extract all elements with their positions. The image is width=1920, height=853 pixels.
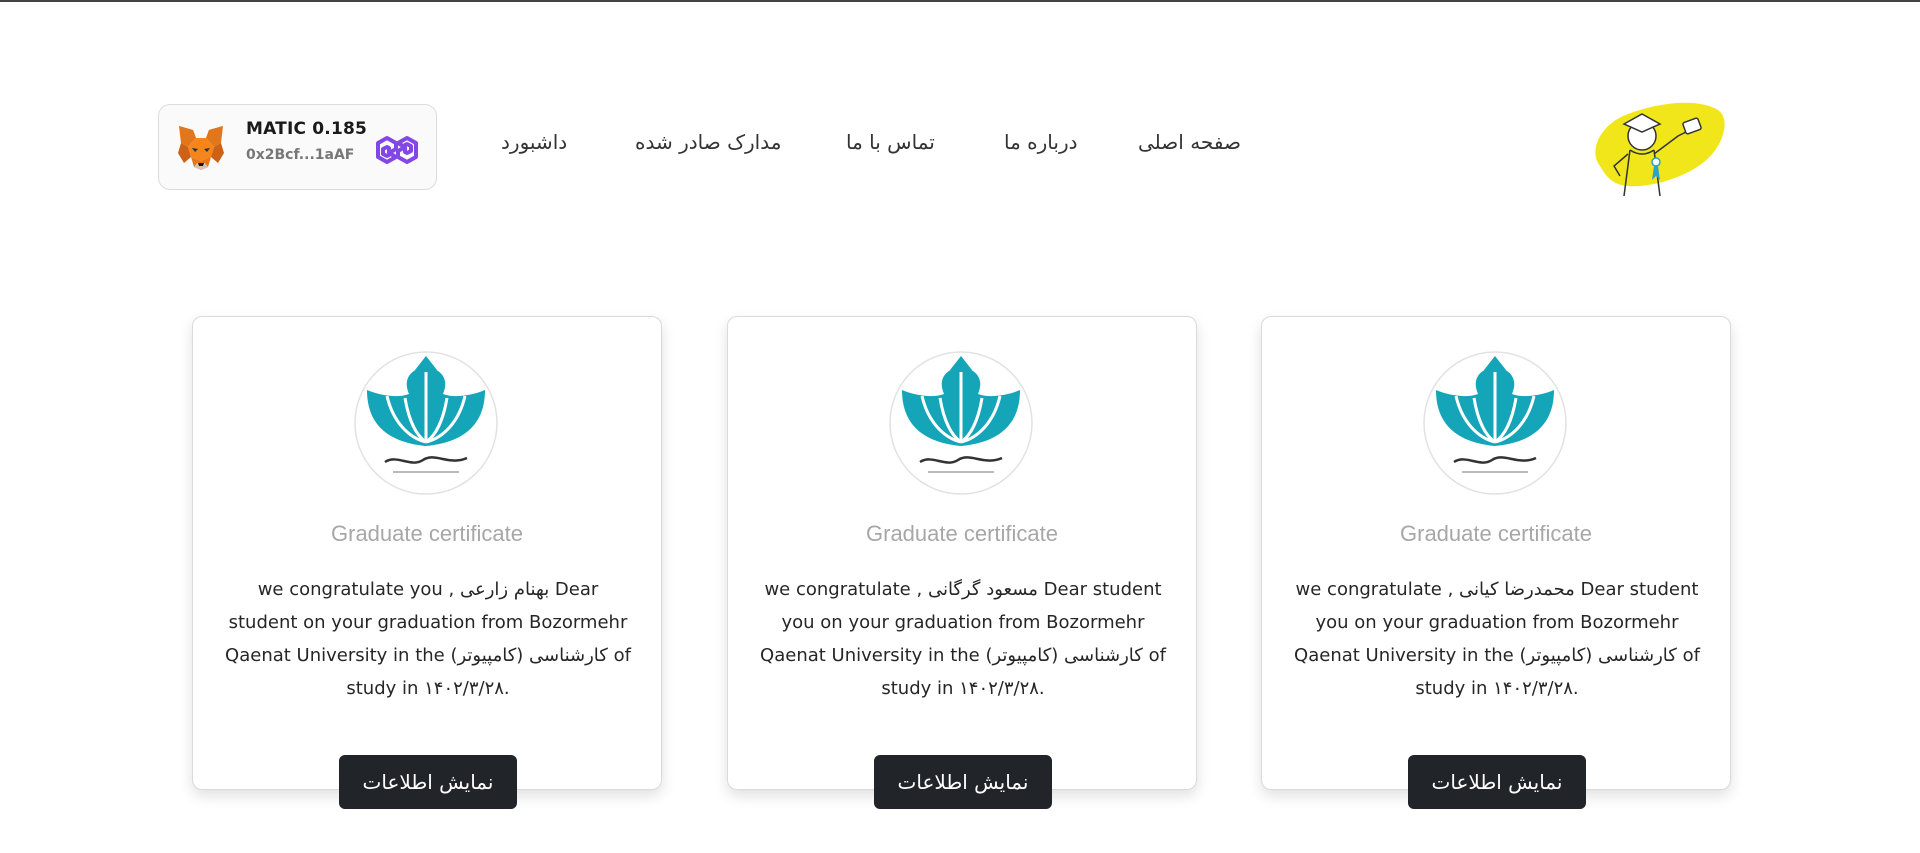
certificate-card: Graduate certificate we congratulate you… — [192, 316, 662, 809]
graduate-illustration-logo[interactable] — [1580, 96, 1728, 198]
nav-about[interactable]: درباره ما — [1004, 130, 1078, 154]
show-info-button[interactable]: نمایش اطلاعات — [874, 755, 1052, 809]
nav-contact[interactable]: تماس با ما — [846, 130, 935, 154]
card-title: Graduate certificate — [331, 521, 523, 546]
wallet-connect-button[interactable]: MATIC 0.185 0x2Bcf...1aAF — [158, 104, 437, 190]
wallet-balance: MATIC 0.185 — [246, 119, 368, 139]
card-message: we congratulate , محمدرضا کیانی Dear stu… — [1294, 579, 1700, 699]
card-title: Graduate certificate — [1400, 521, 1592, 546]
nav-dashboard[interactable]: داشبورد — [501, 130, 567, 154]
card-message: we congratulate you , بهنام زارعی Dear s… — [225, 579, 631, 699]
wallet-address: 0x2Bcf...1aAF — [246, 147, 355, 163]
show-info-button[interactable]: نمایش اطلاعات — [339, 755, 517, 809]
certificate-card: Graduate certificate we congratulate , م… — [727, 316, 1197, 809]
metamask-fox-icon — [178, 126, 224, 170]
card-title: Graduate certificate — [866, 521, 1058, 546]
show-info-button[interactable]: نمایش اطلاعات — [1408, 755, 1586, 809]
certificate-card: Graduate certificate we congratulate , م… — [1261, 316, 1731, 809]
card-message: we congratulate , مسعود گرگانی Dear stud… — [760, 579, 1166, 699]
site-header: MATIC 0.185 0x2Bcf...1aAF داشبورد مدارک … — [0, 0, 1920, 200]
university-seal-icon — [1423, 351, 1567, 495]
university-seal-icon — [889, 351, 1033, 495]
university-seal-icon — [354, 351, 498, 495]
nav-issued-documents[interactable]: مدارک صادر شده — [635, 130, 781, 154]
nav-home[interactable]: صفحه اصلی — [1138, 130, 1241, 154]
polygon-icon — [376, 136, 418, 164]
